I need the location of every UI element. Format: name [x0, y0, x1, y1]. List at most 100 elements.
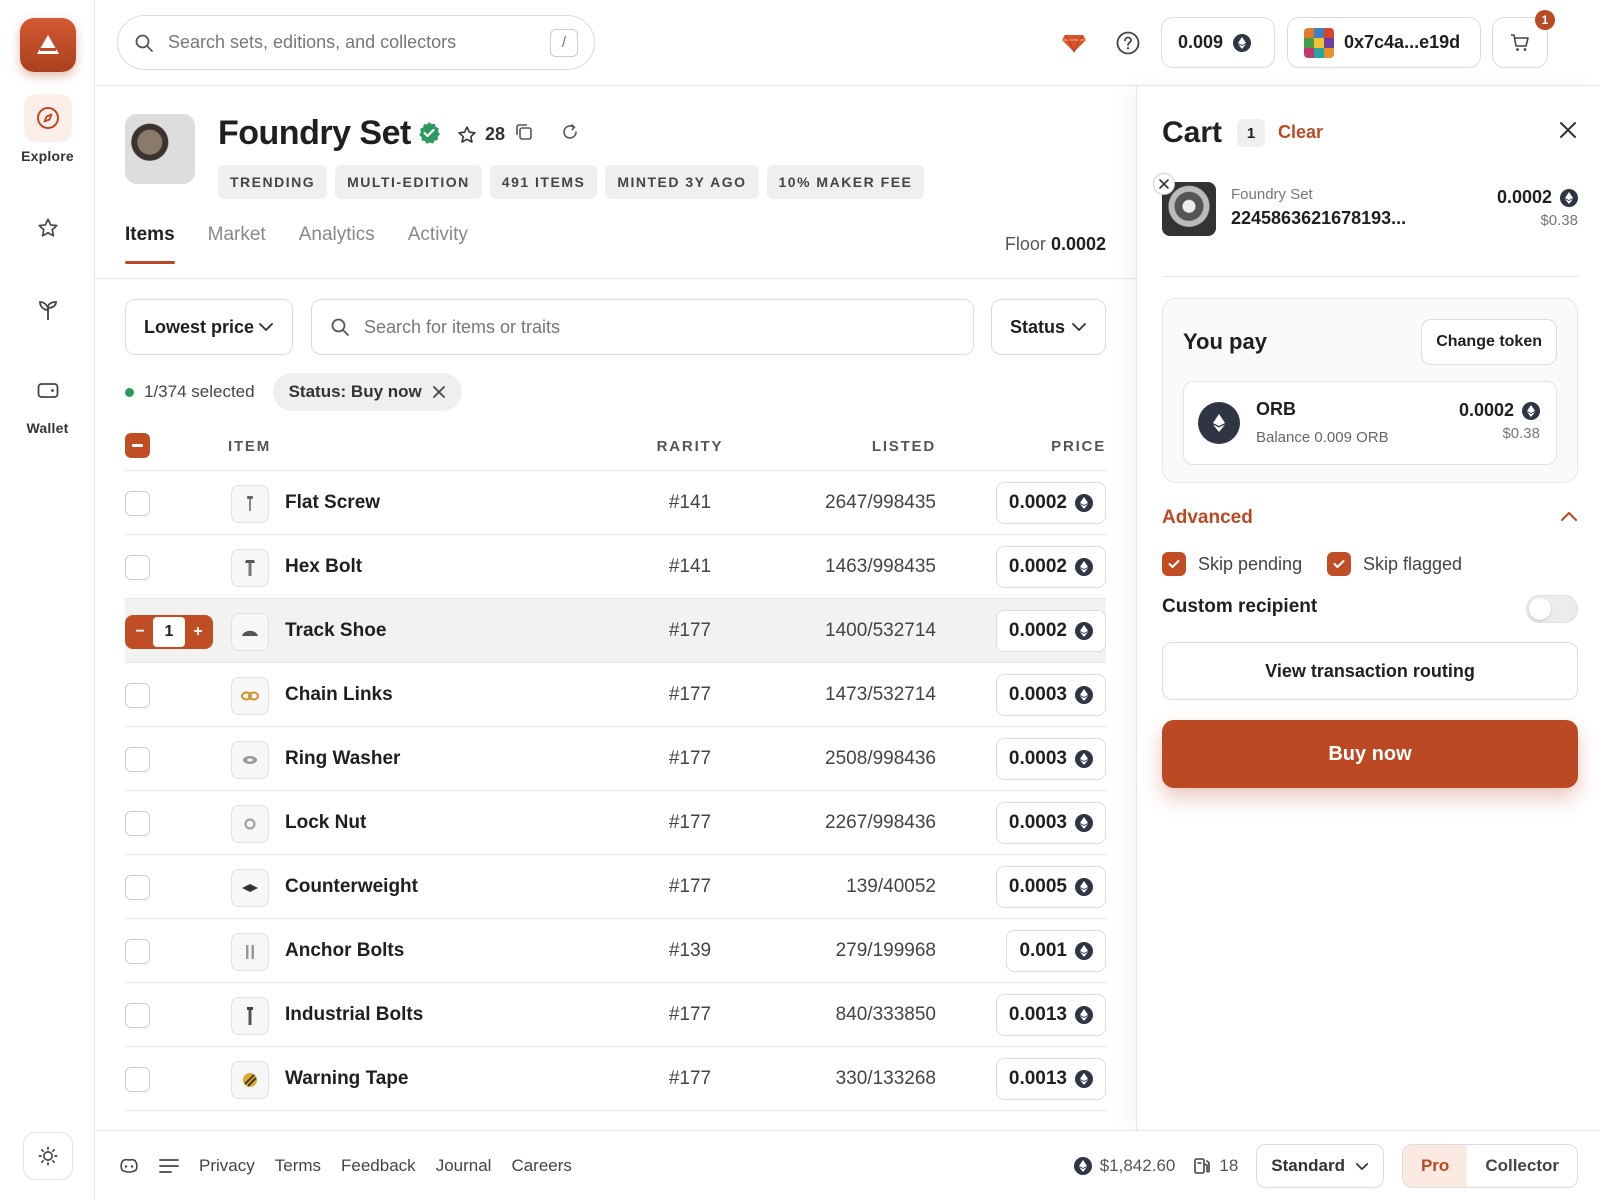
table-row[interactable]: Warning Tape #177 330/133268 0.0013 [125, 1047, 1106, 1111]
theme-toggle-button[interactable] [23, 1132, 73, 1180]
tab-analytics[interactable]: Analytics [299, 224, 375, 262]
custom-recipient-toggle[interactable] [1526, 595, 1578, 623]
item-name[interactable]: Counterweight [285, 855, 418, 919]
table-row[interactable]: Chain Links #177 1473/532714 0.0003 [125, 663, 1106, 727]
item-price-button[interactable]: 0.0002 [995, 610, 1106, 652]
buy-now-button[interactable]: Buy now [1162, 720, 1578, 788]
table-row[interactable]: Hex Bolt #141 1463/998435 0.0002 [125, 535, 1106, 599]
wallet-account-button[interactable]: 0x7c4a...e19d [1287, 17, 1481, 68]
increment-button[interactable]: + [185, 623, 211, 641]
orb-token-icon [1073, 1157, 1092, 1175]
skip-flagged-checkbox[interactable] [1327, 552, 1351, 576]
discord-icon[interactable] [119, 1158, 139, 1174]
footer-link-feedback[interactable]: Feedback [341, 1156, 416, 1176]
quantity-value[interactable]: 1 [153, 617, 185, 647]
item-price-button[interactable]: 0.0002 [995, 482, 1106, 524]
table-row[interactable]: Counterweight #177 139/40052 0.0005 [125, 855, 1106, 919]
item-price-button[interactable]: 0.0013 [995, 1058, 1106, 1100]
nav-grow[interactable] [0, 286, 95, 334]
quantity-stepper[interactable]: − 1 + [125, 615, 213, 649]
footer-link-terms[interactable]: Terms [275, 1156, 321, 1176]
gem-icon[interactable] [1057, 26, 1091, 60]
tab-market[interactable]: Market [208, 224, 266, 262]
header-listed[interactable]: LISTED [872, 421, 936, 471]
app-logo[interactable] [20, 18, 76, 72]
item-name[interactable]: Lock Nut [285, 791, 366, 855]
decrement-button[interactable]: − [127, 623, 153, 641]
item-name[interactable]: Anchor Bolts [285, 919, 404, 983]
chevron-up-icon[interactable] [1560, 510, 1578, 522]
payment-token-row[interactable]: ORB Balance 0.009 ORB 0.0002 $0.38 [1183, 381, 1557, 465]
table-row[interactable]: Flat Screw #141 2647/998435 0.0002 [125, 471, 1106, 535]
item-price-button[interactable]: 0.0005 [995, 866, 1106, 908]
item-name[interactable]: Industrial Bolts [285, 983, 423, 1047]
item-name[interactable]: Warning Tape [285, 1047, 409, 1111]
table-row[interactable]: − 1 + Track Shoe #177 1400/532714 0.0002 [125, 599, 1106, 663]
item-price-button[interactable]: 0.0002 [995, 546, 1106, 588]
tx-mode-dropdown[interactable]: Standard [1256, 1144, 1384, 1188]
table-row[interactable]: Industrial Bolts #177 840/333850 0.0013 [125, 983, 1106, 1047]
tab-activity[interactable]: Activity [408, 224, 468, 262]
row-checkbox[interactable] [125, 1067, 150, 1092]
status-dropdown[interactable]: Status [991, 299, 1106, 355]
view-routing-button[interactable]: View transaction routing [1162, 642, 1578, 700]
item-price-button[interactable]: 0.001 [1006, 930, 1106, 972]
items-search-input[interactable]: Search for items or traits [311, 299, 974, 355]
balance-button[interactable]: 0.009 [1161, 17, 1275, 68]
item-name[interactable]: Flat Screw [285, 471, 380, 535]
view-mode-pro[interactable]: Pro [1402, 1145, 1468, 1187]
row-checkbox[interactable] [125, 491, 150, 516]
row-checkbox[interactable] [125, 875, 150, 900]
copy-icon[interactable] [515, 123, 533, 141]
footer-link-privacy[interactable]: Privacy [199, 1156, 255, 1176]
row-checkbox[interactable] [125, 939, 150, 964]
row-checkbox[interactable] [125, 747, 150, 772]
cart-item-remove-button[interactable] [1153, 173, 1175, 195]
item-name[interactable]: Hex Bolt [285, 535, 362, 599]
header-price[interactable]: PRICE [1051, 421, 1106, 471]
skip-flagged-option[interactable]: Skip flagged [1327, 552, 1462, 576]
close-icon[interactable] [432, 385, 446, 399]
view-mode-collector[interactable]: Collector [1467, 1145, 1577, 1187]
skip-pending-option[interactable]: Skip pending [1162, 552, 1302, 576]
select-all-checkbox[interactable] [125, 433, 150, 458]
row-checkbox[interactable] [125, 811, 150, 836]
footer-link-journal[interactable]: Journal [436, 1156, 492, 1176]
item-name[interactable]: Ring Washer [285, 727, 400, 791]
collection-main: Foundry Set 28 TRENDING MULTI-EDITION 49… [95, 86, 1136, 1130]
item-name[interactable]: Track Shoe [285, 599, 386, 663]
table-row[interactable]: Lock Nut #177 2267/998436 0.0003 [125, 791, 1106, 855]
change-token-button[interactable]: Change token [1421, 319, 1557, 365]
active-filter-chip[interactable]: Status: Buy now [272, 373, 462, 411]
item-price-button[interactable]: 0.0003 [995, 674, 1106, 716]
help-icon[interactable] [1111, 26, 1145, 60]
item-name[interactable]: Chain Links [285, 663, 393, 727]
item-price-button[interactable]: 0.0003 [995, 802, 1106, 844]
tab-items[interactable]: Items [125, 224, 175, 264]
cart-clear-button[interactable]: Clear [1278, 122, 1323, 143]
row-checkbox[interactable] [125, 555, 150, 580]
nav-explore[interactable]: Explore [0, 94, 95, 164]
row-checkbox[interactable] [125, 683, 150, 708]
menu-icon[interactable] [159, 1158, 179, 1174]
nav-wallet[interactable]: Wallet [0, 366, 95, 436]
close-icon[interactable] [1558, 120, 1578, 140]
refresh-icon[interactable] [561, 123, 579, 141]
gas-readout: 18 [1193, 1156, 1238, 1176]
item-price-button[interactable]: 0.0003 [995, 738, 1106, 780]
global-search-input[interactable]: Search sets, editions, and collectors / [117, 15, 595, 70]
favorite-button[interactable]: 28 [457, 124, 505, 145]
header-item[interactable]: ITEM [228, 421, 271, 471]
collection-tabs: Items Market Analytics Activity [125, 224, 468, 264]
cart-button[interactable]: 1 [1492, 10, 1555, 68]
nav-favorites[interactable] [0, 204, 95, 252]
row-checkbox[interactable] [125, 1003, 150, 1028]
item-price-button[interactable]: 0.0013 [995, 994, 1106, 1036]
table-row[interactable]: Ring Washer #177 2508/998436 0.0003 [125, 727, 1106, 791]
advanced-toggle[interactable]: Advanced [1162, 507, 1253, 529]
header-rarity[interactable]: RARITY [630, 421, 750, 471]
sort-dropdown[interactable]: Lowest price [125, 299, 293, 355]
skip-pending-checkbox[interactable] [1162, 552, 1186, 576]
footer-link-careers[interactable]: Careers [511, 1156, 571, 1176]
table-row[interactable]: Anchor Bolts #139 279/199968 0.001 [125, 919, 1106, 983]
